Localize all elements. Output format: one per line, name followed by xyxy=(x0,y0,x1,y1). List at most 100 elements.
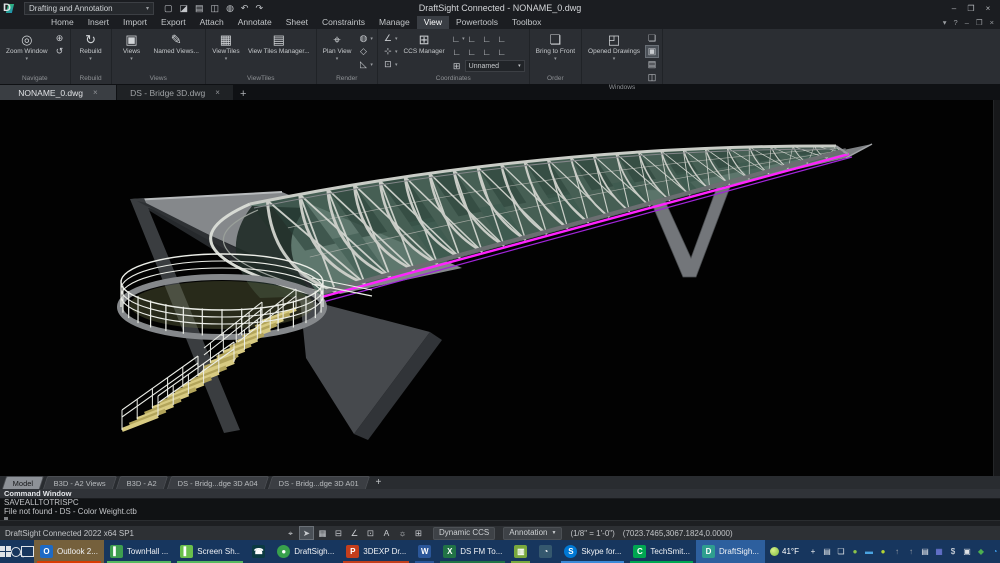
ccs-icon[interactable]: ∠ xyxy=(382,33,394,44)
dynamic-ccs-button[interactable]: Dynamic CCS xyxy=(432,526,496,540)
cascade-icon[interactable]: ❏ xyxy=(646,33,658,44)
lineweight-icon[interactable]: ☼ xyxy=(396,527,409,539)
taskbar-search-button[interactable] xyxy=(11,540,21,563)
drag-icon[interactable]: ⊞ xyxy=(412,527,425,539)
taskbar-app-excel[interactable]: X DS FM To... xyxy=(437,540,508,563)
rebuild-button[interactable]: ↻ Rebuild ▾ xyxy=(75,31,107,62)
ccs-face-icon[interactable]: ∟ xyxy=(451,47,463,58)
ccs-x-rotate-icon[interactable]: ∟ xyxy=(481,47,493,58)
cursor-select-icon[interactable]: ➤ xyxy=(298,526,314,540)
help-icon[interactable]: ? xyxy=(954,18,958,27)
menu-powertools[interactable]: Powertools xyxy=(449,16,505,29)
tray-mail-icon[interactable]: ▤ xyxy=(919,540,931,563)
viewport-scrollbar[interactable] xyxy=(993,100,1000,476)
section-icon[interactable]: ◺ xyxy=(357,59,369,70)
document-tab[interactable]: NONAME_0.dwg × xyxy=(0,85,116,100)
ccs-y-rotate-icon[interactable]: ∟ xyxy=(496,47,508,58)
sheet-tab-ds-bridg-dge-3d-a04[interactable]: DS - Bridg...dge 3D A04 xyxy=(167,476,270,489)
weather-widget[interactable]: 41°F xyxy=(765,547,804,556)
taskbar-app-phone-app[interactable]: ☎ xyxy=(246,540,271,563)
tile-horizontal-icon[interactable]: ▤ xyxy=(646,59,658,70)
sheet-tab-b3d-a2-views[interactable]: B3D - A2 Views xyxy=(43,476,118,489)
close-doc-icon[interactable]: × xyxy=(990,18,994,27)
tray-chat-icon[interactable]: ▣ xyxy=(961,540,973,563)
views-button[interactable]: ▣ Views ▾ xyxy=(116,31,148,62)
sheet-tab-ds-bridg-dge-3d-a01[interactable]: DS - Bridg...dge 3D A01 xyxy=(268,476,371,489)
taskbar-app-screen-share[interactable]: ▍ Screen Sh... xyxy=(174,540,246,563)
tile-vertical-icon[interactable]: ◫ xyxy=(646,72,658,83)
close-tab-icon[interactable]: × xyxy=(93,88,98,97)
menu-import[interactable]: Import xyxy=(116,16,154,29)
sheet-tab-model[interactable]: Model xyxy=(1,476,45,489)
menu-manage[interactable]: Manage xyxy=(372,16,417,29)
taskbar-app-draftsight[interactable]: D DraftSigh... xyxy=(695,540,765,563)
menu-insert[interactable]: Insert xyxy=(81,16,116,29)
tray-green-status-icon[interactable]: ● xyxy=(849,540,861,563)
tray-currency-icon[interactable]: $ xyxy=(947,540,959,563)
bring-to-front-button[interactable]: ❏ Bring to Front ▾ xyxy=(534,31,577,62)
menu-constraints[interactable]: Constraints xyxy=(315,16,372,29)
taskbar-app-unknown-globe-app[interactable]: ◔ xyxy=(533,540,558,563)
plan-view-button[interactable]: ⌖ Plan View ▾ xyxy=(321,31,354,62)
ccs-view-icon[interactable]: ∟ xyxy=(481,34,493,45)
menu-annotate[interactable]: Annotate xyxy=(231,16,279,29)
tray-blue-app-icon[interactable]: ▬ xyxy=(863,540,875,563)
grid-icon[interactable]: ▦ xyxy=(316,527,329,539)
viewtiles-manager-button[interactable]: ▤ View Tiles Manager... xyxy=(246,31,312,56)
save-icon[interactable]: ▤ xyxy=(195,3,204,14)
taskbar-app-3dexperience[interactable]: P 3DEXP Dr... xyxy=(340,540,412,563)
polar-icon[interactable]: ∠ xyxy=(348,527,361,539)
hide-icon[interactable]: ◇ xyxy=(357,46,369,57)
new-sheet-button[interactable]: + xyxy=(376,477,382,489)
command-window[interactable]: Command Window SAVEALLTOTRISPC File not f… xyxy=(0,489,1000,523)
start-button[interactable] xyxy=(0,540,11,563)
restore-button[interactable]: ❐ xyxy=(964,4,978,13)
menu-view[interactable]: View xyxy=(416,16,449,29)
close-tab-icon[interactable]: × xyxy=(215,88,220,97)
tray-ime-icon[interactable]: ▤ xyxy=(821,540,833,563)
drawing-viewport[interactable] xyxy=(0,100,1000,476)
workspace-select[interactable]: Drafting and Annotation ▾ xyxy=(24,1,154,15)
task-view-button[interactable] xyxy=(21,540,34,563)
viewtiles-button[interactable]: ▦ ViewTiles ▾ xyxy=(210,31,242,62)
save-all-icon[interactable]: ◫ xyxy=(211,3,220,14)
ccs-previous-icon[interactable]: ∟ xyxy=(466,47,478,58)
ccs-named-icon[interactable]: ⊡ xyxy=(382,59,394,70)
pointer-capture-icon[interactable]: ⌖ xyxy=(284,527,297,539)
render-settings-icon[interactable]: ◍ xyxy=(226,3,234,14)
zoom-window-button[interactable]: ◎ Zoom Window ▾ xyxy=(4,31,50,62)
ccs-entity-icon[interactable]: ∟ xyxy=(496,34,508,45)
tray-upload-2-icon[interactable]: ↑ xyxy=(905,540,917,563)
tray-clipboard-icon[interactable]: ❏ xyxy=(835,540,847,563)
undo-icon[interactable]: ↶ xyxy=(241,3,249,14)
annotation-scale-icon[interactable]: A xyxy=(380,527,393,539)
tray-expand-icon[interactable]: + xyxy=(807,540,819,563)
named-views-button[interactable]: ✎ Named Views... xyxy=(152,31,201,56)
restore-doc-icon[interactable]: ❐ xyxy=(976,18,983,27)
taskbar-app-outlook[interactable]: O Outlook 2... xyxy=(34,540,104,563)
close-button[interactable]: × xyxy=(981,4,995,13)
collapse-ribbon-icon[interactable]: ▾ xyxy=(943,18,947,27)
sheet-tab-b3d-a2[interactable]: B3D - A2 xyxy=(116,476,169,489)
menu-attach[interactable]: Attach xyxy=(193,16,231,29)
tray-shield-icon[interactable]: ◆ xyxy=(975,540,987,563)
minimize-doc-icon[interactable]: – xyxy=(965,18,969,27)
ccs-name-combo[interactable]: ⊞ Unnamed ▾ xyxy=(451,60,525,72)
render-style-icon[interactable]: ◍ xyxy=(357,33,369,44)
opened-drawings-button[interactable]: ◰ Opened Drawings ▾ xyxy=(586,31,642,62)
taskbar-app-townhall[interactable]: ▍ TownHall ... xyxy=(104,540,174,563)
menu-export[interactable]: Export xyxy=(154,16,193,29)
menu-home[interactable]: Home xyxy=(44,16,81,29)
esnap-icon[interactable]: ⊡ xyxy=(364,527,377,539)
orbit-icon[interactable]: ↺ xyxy=(54,46,66,57)
menu-sheet[interactable]: Sheet xyxy=(279,16,315,29)
taskbar-app-draftsight-home[interactable]: ● DraftSigh... xyxy=(271,540,340,563)
taskbar-app-unknown-green-app[interactable]: ▥ xyxy=(508,540,533,563)
open-file-icon[interactable]: ◪ xyxy=(180,3,189,14)
redo-icon[interactable]: ↷ xyxy=(255,3,263,14)
tray-lime-status-icon[interactable]: ● xyxy=(877,540,889,563)
ccs-origin-icon[interactable]: ⊹ xyxy=(382,46,394,57)
minimize-button[interactable]: – xyxy=(947,4,961,13)
annotation-scale-dropdown[interactable]: Annotation ▼ xyxy=(503,526,563,540)
ccs-manager-button[interactable]: ⊞ CCS Manager xyxy=(401,31,446,56)
